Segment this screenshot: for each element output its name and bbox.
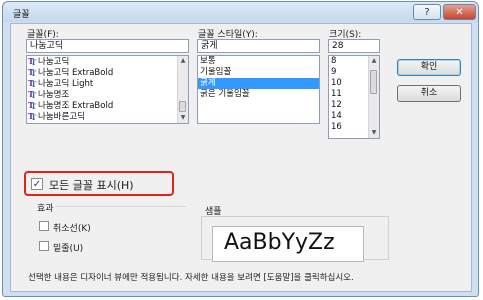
font-dialog: 글꼴 ? ✕ 글꼴(F): 나눔고딕 T T 나눔고딕 T T 나눔고딕 ExtraBol… — [2, 1, 479, 297]
underline-label[interactable]: 밑줄(U) — [53, 241, 83, 254]
list-item-label: 굵게 — [200, 78, 216, 88]
list-item[interactable]: 기울임꼴 — [198, 67, 319, 78]
ok-button[interactable]: 확인 — [397, 59, 461, 76]
size-list[interactable]: 8 9 10 11 12 14 16 ▲ ▼ — [328, 55, 380, 139]
scroll-down-icon[interactable]: ▼ — [178, 113, 188, 123]
scroll-up-icon[interactable]: ▲ — [178, 56, 188, 66]
font-list-scrollbar[interactable]: ▲ ▼ — [177, 56, 188, 123]
truetype-font-icon: TT — [28, 111, 37, 122]
list-item-label: 나눔명조 — [38, 90, 70, 100]
sample-preview: AaBbYyZz — [212, 226, 364, 262]
scroll-thumb[interactable] — [179, 101, 186, 112]
style-list[interactable]: 보통 기울임꼴 굵게 굵은 기울임꼴 — [197, 55, 320, 124]
font-list[interactable]: T T 나눔고딕 T T 나눔고딕 ExtraBold T T 나눔고딕 Light T T 나눔명조… — [26, 55, 189, 124]
list-item[interactable]: T T 나눔명조 — [27, 89, 188, 100]
cancel-button[interactable]: 취소 — [397, 85, 461, 102]
close-button[interactable]: ✕ — [443, 4, 476, 20]
window-title: 글꼴 — [13, 10, 30, 20]
list-item-label: 12 — [331, 100, 342, 110]
scroll-down-icon[interactable]: ▼ — [369, 128, 379, 138]
list-item-label: 11 — [331, 89, 342, 99]
scroll-up-icon[interactable]: ▲ — [369, 56, 379, 66]
sample-text: AaBbYyZz — [224, 230, 335, 255]
truetype-font-icon: TT — [28, 100, 37, 111]
list-item[interactable]: T T 나눔고딕 — [27, 56, 188, 67]
font-input[interactable]: 나눔고딕 — [26, 39, 189, 53]
list-item[interactable]: 굵게 — [198, 78, 319, 89]
list-item-label: 8 — [331, 56, 337, 66]
list-item-label: 보통 — [200, 56, 216, 66]
strikeout-label[interactable]: 취소선(K) — [53, 221, 91, 234]
list-item-label: 16 — [331, 122, 342, 132]
close-icon: ✕ — [455, 7, 464, 18]
truetype-font-icon: TT — [28, 89, 37, 100]
effects-divider — [56, 206, 186, 207]
truetype-font-icon: TT — [28, 78, 37, 89]
list-item-label: 나눔고딕 — [38, 57, 70, 67]
list-item[interactable]: T T 나눔명조 ExtraBold — [27, 100, 188, 111]
size-list-scrollbar[interactable]: ▲ ▼ — [368, 56, 379, 138]
style-input[interactable]: 굵게 — [197, 39, 320, 53]
title-bar: 글꼴 ? ✕ — [3, 2, 478, 22]
list-item-label: 9 — [331, 67, 337, 77]
size-input[interactable]: 28 — [328, 39, 380, 53]
strikeout-checkbox[interactable] — [39, 221, 49, 231]
list-item-label: 나눔바른고딕 — [38, 112, 85, 122]
dialog-body: 글꼴(F): 나눔고딕 T T 나눔고딕 T T 나눔고딕 ExtraBold T T 나눔고딕… — [10, 23, 472, 292]
help-icon: ? — [424, 7, 430, 18]
truetype-font-icon: TT — [28, 67, 37, 78]
effects-label: 효과 — [37, 204, 54, 214]
show-all-checkbox[interactable]: ✓ — [31, 178, 43, 190]
list-item-label: 나눔명조 ExtraBold — [38, 101, 114, 111]
truetype-font-icon: TT — [28, 56, 37, 67]
list-item-label: 굵은 기울임꼴 — [200, 89, 250, 99]
list-item-label: 14 — [331, 111, 342, 121]
scroll-thumb[interactable] — [370, 70, 377, 94]
list-item-label: 10 — [331, 78, 342, 88]
list-item-label: 기울임꼴 — [200, 67, 232, 77]
list-item[interactable]: T T 나눔고딕 Light — [27, 78, 188, 89]
list-item[interactable]: 보통 — [198, 56, 319, 67]
list-item[interactable]: T T 나눔고딕 ExtraBold — [27, 67, 188, 78]
list-item[interactable]: 굵은 기울임꼴 — [198, 89, 319, 100]
list-item-label: 나눔고딕 ExtraBold — [38, 68, 114, 78]
list-item[interactable]: T T 나눔바른고딕 — [27, 111, 188, 122]
show-all-label[interactable]: 모든 글꼴 표시(H) — [49, 177, 134, 193]
sample-group: AaBbYyZz — [201, 216, 389, 262]
list-item-label: 나눔고딕 Light — [38, 79, 94, 89]
help-button[interactable]: ? — [413, 4, 441, 20]
underline-checkbox[interactable] — [39, 241, 49, 251]
footer-note: 선택한 내용은 디자이너 뷰에만 적용됩니다. 자세한 내용을 보려면 [도움말… — [28, 273, 354, 283]
show-all-highlight: ✓ 모든 글꼴 표시(H) — [24, 171, 174, 196]
